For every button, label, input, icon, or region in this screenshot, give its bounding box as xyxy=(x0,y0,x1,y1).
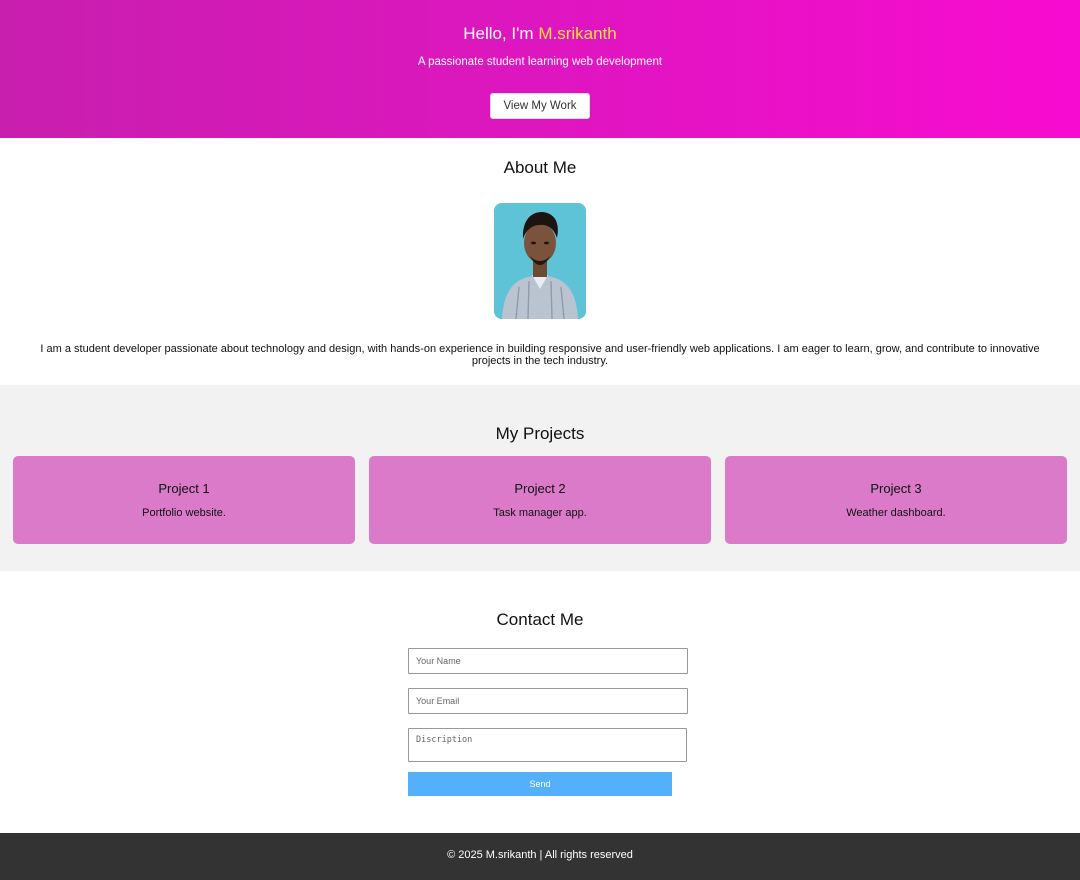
project-description: Task manager app. xyxy=(493,507,587,519)
footer: © 2025 M.srikanth | All rights reserved xyxy=(0,833,1080,880)
hero-name: M.srikanth xyxy=(538,24,617,43)
hero-title: Hello, I'm M.srikanth xyxy=(0,24,1080,44)
profile-photo-illustration xyxy=(494,203,586,319)
contact-section: Contact Me Send xyxy=(0,571,1080,833)
send-button[interactable]: Send xyxy=(408,772,672,796)
hero-greeting: Hello, I'm xyxy=(463,24,534,43)
project-title: Project 2 xyxy=(514,481,566,496)
profile-photo xyxy=(494,203,586,319)
description-textarea[interactable] xyxy=(408,728,687,762)
hero-tagline: A passionate student learning web develo… xyxy=(417,56,663,68)
project-card[interactable]: Project 3 Weather dashboard. xyxy=(725,456,1067,544)
about-title: About Me xyxy=(503,158,577,177)
project-title: Project 3 xyxy=(870,481,922,496)
project-card[interactable]: Project 1 Portfolio website. xyxy=(13,456,355,544)
project-description: Weather dashboard. xyxy=(846,507,946,519)
project-card[interactable]: Project 2 Task manager app. xyxy=(369,456,711,544)
about-bio: I am a student developer passionate abou… xyxy=(40,343,1040,367)
about-section: About Me I am a student developer passio… xyxy=(0,139,1080,385)
contact-title: Contact Me xyxy=(496,610,584,629)
hero-section: Hello, I'm M.srikanth A passionate stude… xyxy=(0,0,1080,138)
name-input[interactable] xyxy=(408,648,688,674)
project-description: Portfolio website. xyxy=(142,507,226,519)
view-my-work-button[interactable]: View My Work xyxy=(490,93,590,119)
projects-title: My Projects xyxy=(495,424,585,443)
project-title: Project 1 xyxy=(158,481,210,496)
projects-section: My Projects Project 1 Portfolio website.… xyxy=(0,385,1080,571)
email-input[interactable] xyxy=(408,688,688,714)
footer-copyright: © 2025 M.srikanth | All rights reserved xyxy=(447,849,633,861)
